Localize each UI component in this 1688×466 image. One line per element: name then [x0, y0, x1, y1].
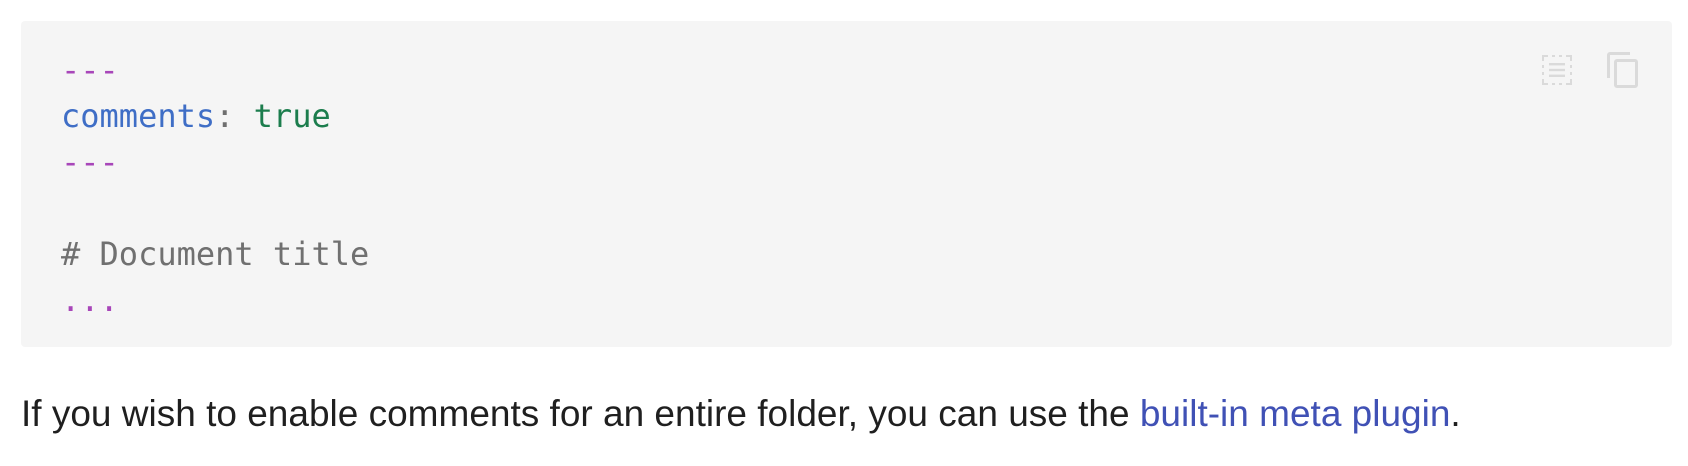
code-line: ---: [61, 47, 369, 93]
yaml-key: comments: [61, 97, 216, 135]
code-actions: [1536, 49, 1644, 91]
yaml-colon: :: [215, 97, 235, 135]
code-line: # Document title: [61, 231, 369, 277]
code-ellipsis: ...: [61, 281, 119, 319]
front-matter-delimiter: ---: [61, 143, 119, 181]
copy-icon: [1607, 52, 1638, 88]
select-lines-button[interactable]: [1536, 49, 1578, 91]
copy-button[interactable]: [1602, 49, 1644, 91]
code-block: --- comments: true --- # Document title...: [21, 21, 1672, 347]
body-paragraph: If you wish to enable comments for an en…: [21, 390, 1461, 438]
select-lines-icon: [1542, 55, 1572, 85]
front-matter-delimiter: ---: [61, 51, 119, 89]
markdown-heading: # Document title: [61, 235, 370, 273]
yaml-value: true: [234, 97, 331, 135]
code-content[interactable]: --- comments: true --- # Document title...: [61, 47, 369, 323]
paragraph-text: If you wish to enable comments for an en…: [21, 393, 1140, 434]
code-line: ...: [61, 277, 369, 323]
code-line: ---: [61, 139, 369, 185]
meta-plugin-link[interactable]: built-in meta plugin: [1140, 393, 1451, 434]
code-line: comments: true: [61, 93, 369, 139]
paragraph-period: .: [1450, 393, 1461, 434]
